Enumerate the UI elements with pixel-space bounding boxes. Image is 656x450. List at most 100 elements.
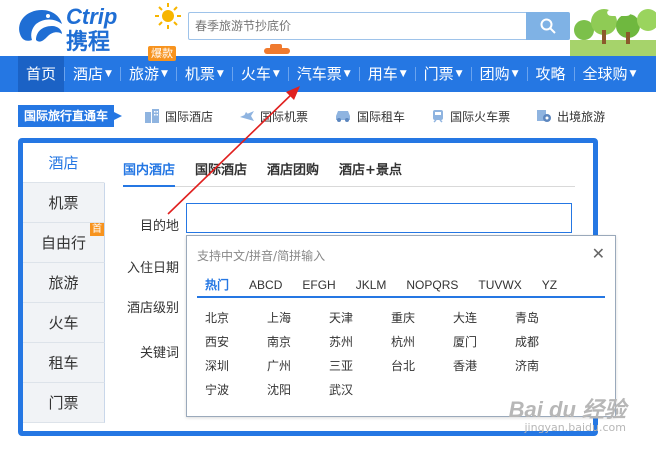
nav-item-label: 门票 — [423, 65, 454, 83]
city-option[interactable]: 武汉 — [329, 378, 391, 402]
nav-item-label: 旅游 — [128, 65, 159, 83]
product-tab[interactable]: 酒店 — [23, 143, 105, 183]
nav-item[interactable]: 酒店 ▼ — [65, 56, 120, 92]
ctrip-logo[interactable]: Ctrip 携程 — [14, 4, 144, 55]
city-option[interactable]: 苏州 — [329, 330, 391, 354]
city-option[interactable]: 深圳 — [205, 354, 267, 378]
product-tab[interactable]: 旅游 — [23, 263, 105, 303]
nav-item-label: 团购 — [479, 65, 510, 83]
watermark-sub: jingyan.baidu.com — [524, 421, 626, 434]
site-search-box[interactable] — [188, 12, 528, 40]
hotel-building-icon — [145, 109, 160, 123]
hotel-type-tabs: 国内酒店 国际酒店 酒店团购 酒店+景点 — [123, 161, 575, 187]
hotel-type-tab[interactable]: 国内酒店 — [123, 161, 176, 187]
caret-down-icon: ▼ — [160, 69, 168, 79]
caret-down-icon: ▼ — [216, 69, 224, 79]
nav-item-label: 全球购 — [582, 65, 628, 83]
nav-item[interactable]: 机票 ▼ — [177, 56, 232, 92]
nav-item-label: 攻略 — [535, 65, 566, 83]
intl-link-outbound[interactable]: 出境旅游 — [536, 108, 605, 125]
product-tab[interactable]: 门票 — [23, 383, 105, 423]
city-letter-tab[interactable]: 热门 — [197, 276, 237, 296]
city-option[interactable]: 厦门 — [453, 330, 515, 354]
city-option[interactable]: 北京 — [205, 306, 267, 330]
caret-down-icon: ▼ — [272, 69, 280, 79]
nav-item-label: 火车 — [240, 65, 271, 83]
hotel-type-tab[interactable]: 酒店+景点 — [339, 161, 402, 187]
intl-link-train[interactable]: 国际火车票 — [431, 108, 510, 125]
city-option[interactable]: 成都 — [515, 330, 577, 354]
city-option[interactable]: 三亚 — [329, 354, 391, 378]
airplane-icon — [240, 111, 255, 121]
nav-item[interactable]: 首页 — [18, 56, 65, 92]
city-picker-hint: 支持中文/拼音/简拼输入 — [197, 249, 326, 263]
site-search-button[interactable] — [526, 12, 570, 40]
intl-link-car[interactable]: 国际租车 — [334, 108, 405, 125]
nav-item-label: 酒店 — [73, 65, 104, 83]
car-icon — [336, 111, 351, 122]
watermark-main: Bai du 经验 — [508, 397, 626, 422]
caret-down-icon: ▼ — [629, 69, 637, 79]
hotel-level-label: 酒店级别 — [126, 301, 179, 316]
nav-item-label: 用车 — [367, 65, 398, 83]
nav-item[interactable]: 攻略 — [528, 56, 574, 92]
city-option[interactable]: 广州 — [267, 354, 329, 378]
city-option[interactable]: 香港 — [453, 354, 515, 378]
product-tab-label: 自由行 — [40, 234, 86, 252]
train-icon — [433, 110, 444, 123]
city-option[interactable]: 台北 — [391, 354, 453, 378]
caret-down-icon: ▼ — [105, 69, 112, 79]
city-option[interactable]: 上海 — [267, 306, 329, 330]
nav-item-label: 机票 — [184, 65, 215, 83]
site-search-input[interactable] — [189, 13, 527, 39]
dolphin-logo-icon — [19, 10, 62, 42]
city-option[interactable]: 宁波 — [205, 378, 267, 402]
nav-item[interactable]: 旅游 ▼ — [121, 56, 176, 92]
city-option[interactable]: 重庆 — [391, 306, 453, 330]
city-letter-tab[interactable]: NOPQRS — [398, 276, 466, 296]
city-letter-tab[interactable]: ABCD — [241, 276, 290, 296]
city-option[interactable]: 南京 — [267, 330, 329, 354]
city-option[interactable]: 天津 — [329, 306, 391, 330]
product-tab[interactable]: 火车 — [23, 303, 105, 343]
hot-badge: 爆款 — [148, 46, 176, 61]
globe-flag-icon — [537, 110, 552, 122]
intl-link-label: 国际酒店 — [165, 109, 214, 124]
city-option[interactable]: 西安 — [205, 330, 267, 354]
product-tab-label: 租车 — [48, 354, 79, 372]
nav-item[interactable]: 火车 ▼ — [233, 56, 288, 92]
city-picker-dropdown: 支持中文/拼音/简拼输入 ✕ 热门 ABCD EFGH JKLM NOPQRS TUVWX… — [186, 235, 616, 417]
city-option[interactable]: 大连 — [453, 306, 515, 330]
intl-link-label: 国际火车票 — [450, 109, 511, 124]
main-nav: 首页 酒店 ▼ 旅游 ▼ 机票 ▼ 火车 ▼ 汽车票 ▼ 用车 ▼ 门票 ▼ 团购 ▼ 攻略 全球购 ▼ — [0, 56, 656, 92]
product-tab[interactable]: 自由行首 — [23, 223, 105, 263]
city-option[interactable]: 沈阳 — [267, 378, 329, 402]
nav-item[interactable]: 团购 ▼ — [472, 56, 527, 92]
intl-link-flight[interactable]: 国际机票 — [239, 108, 308, 125]
hotel-type-tab[interactable]: 酒店团购 — [267, 161, 319, 187]
search-icon — [540, 18, 556, 34]
city-option[interactable]: 济南 — [515, 354, 577, 378]
city-letter-tab[interactable]: EFGH — [294, 276, 343, 296]
city-letter-tab[interactable]: JKLM — [348, 276, 395, 296]
product-tab[interactable]: 租车 — [23, 343, 105, 383]
city-grid: 北京 上海 天津 重庆 大连 青岛西安 南京 苏州 杭州 厦门 成都深圳 广州 三亚 台北 香港 济南宁波 沈阳… — [205, 306, 605, 402]
city-option[interactable]: 杭州 — [391, 330, 453, 354]
city-letter-tab[interactable]: TUVWX — [470, 276, 529, 296]
hotel-type-tab[interactable]: 国际酒店 — [195, 161, 247, 187]
checkin-date-label: 入住日期 — [126, 261, 179, 276]
city-option[interactable]: 青岛 — [515, 306, 577, 330]
nav-item[interactable]: 全球购 ▼ — [575, 56, 645, 92]
product-tabs: 酒店 机票 自由行首旅游 火车租车门票 — [23, 143, 105, 423]
destination-input[interactable] — [186, 203, 572, 233]
nav-item[interactable]: 用车 ▼ — [360, 56, 415, 92]
nav-item[interactable]: 门票 ▼ — [416, 56, 471, 92]
sun-icon — [155, 3, 181, 29]
nav-item[interactable]: 汽车票 ▼ — [289, 56, 359, 92]
city-letter-tabs: 热门 ABCD EFGH JKLM NOPQRS TUVWX YZ — [197, 276, 605, 298]
city-letter-tab[interactable]: YZ — [534, 276, 565, 296]
site-header: Ctrip 携程 — [0, 0, 656, 56]
intl-link-hotel[interactable]: 国际酒店 — [144, 108, 213, 125]
close-icon[interactable]: ✕ — [592, 244, 605, 263]
product-tab[interactable]: 机票 — [23, 183, 105, 223]
